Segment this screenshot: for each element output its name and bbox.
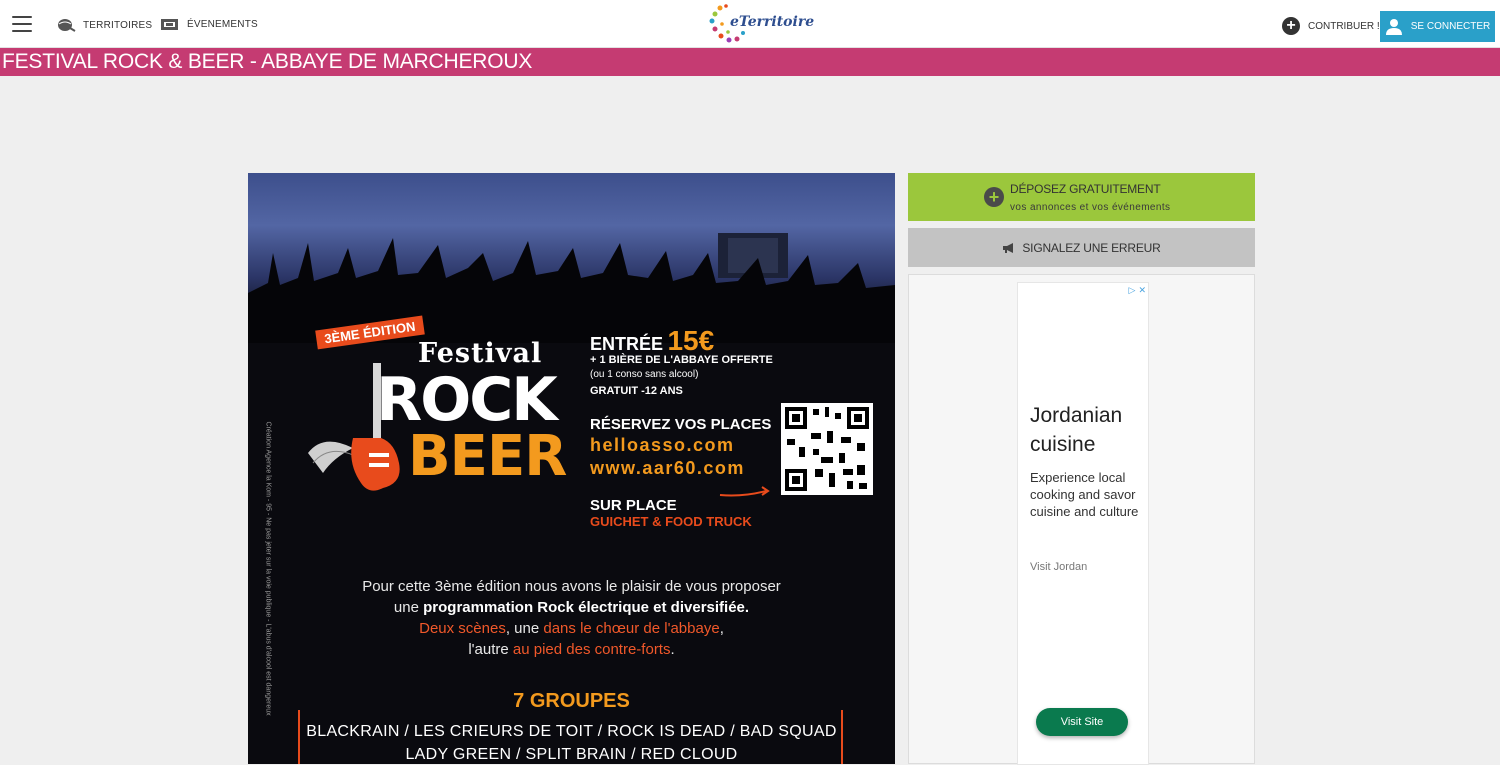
- poster-line-biere: + 1 BIÈRE DE L'ABBAYE OFFERTE: [590, 354, 773, 366]
- poster-line-gratuit: GRATUIT -12 ANS: [590, 385, 683, 397]
- ad-close-icon[interactable]: ✕: [1138, 285, 1146, 296]
- crowd-silhouette-icon: [248, 233, 895, 343]
- nav-evenements[interactable]: ÉVENEMENTS: [160, 17, 258, 32]
- nav-evenements-label: ÉVENEMENTS: [187, 19, 258, 30]
- ad-visit-site-button[interactable]: Visit Site: [1036, 708, 1128, 736]
- nav-territoires-label: TERRITOIRES: [83, 19, 153, 31]
- poster-credit: Création Agence la Kom - 95 - Ne pas jet…: [264, 421, 272, 716]
- hamburger-icon[interactable]: [12, 16, 32, 34]
- poster-reservez: RÉSERVEZ VOS PLACES: [590, 416, 772, 433]
- entree-price: 15€: [667, 325, 715, 356]
- megaphone-icon: [1003, 242, 1014, 253]
- poster-beer-word: BEER: [408, 424, 567, 489]
- connect-button[interactable]: SE CONNECTER: [1380, 11, 1495, 42]
- desc-line-2: une programmation Rock électrique et div…: [393, 599, 750, 616]
- poster-guichet: GUICHET & FOOD TRUCK: [590, 514, 752, 529]
- ad-panel: ▷ ✕ Jordanian cuisine Experience local c…: [908, 274, 1255, 765]
- ad-body: Experience local cooking and savor cuisi…: [1030, 470, 1139, 519]
- signalez-label: SIGNALEZ UNE ERREUR: [1022, 240, 1161, 255]
- user-icon: [1385, 18, 1402, 35]
- page-title-bar: FESTIVAL ROCK & BEER - ABBAYE DE MARCHER…: [0, 48, 1500, 76]
- poster-url-helloasso: helloasso.com: [590, 435, 735, 455]
- poster-url-aar60: www.aar60.com: [590, 458, 745, 478]
- ad-card[interactable]: ▷ ✕ Jordanian cuisine Experience local c…: [1017, 282, 1149, 765]
- groupes-line-2: LADY GREEN / SPLIT BRAIN / RED CLOUD: [405, 746, 738, 763]
- entree-label: ENTRÉE: [590, 334, 664, 354]
- ad-brand: Visit Jordan: [1030, 561, 1088, 573]
- connect-label: SE CONNECTER: [1410, 21, 1491, 32]
- poster-rock-word: ROCK: [376, 365, 558, 435]
- ad-headline: Jordanian cuisine: [1030, 404, 1123, 456]
- ad-info-icon[interactable]: ▷: [1129, 285, 1136, 296]
- desc-line-4: l'autre au pied des contre-forts.: [468, 641, 675, 658]
- plus-circle-icon: +: [984, 187, 1004, 207]
- poster-line-conso: (ou 1 conso sans alcool): [590, 369, 699, 380]
- deposez-sublabel: vos annonces et vos événements: [1010, 202, 1171, 213]
- deposez-button[interactable]: + DÉPOSEZ GRATUITEMENT vos annonces et v…: [908, 173, 1255, 221]
- qr-code-icon: [781, 403, 873, 495]
- signalez-button[interactable]: SIGNALEZ UNE ERREUR: [908, 228, 1255, 267]
- deposez-label: DÉPOSEZ GRATUITEMENT: [1010, 182, 1161, 196]
- contribuer-button[interactable]: + CONTRIBUER !: [1282, 17, 1380, 35]
- globe-icon: [58, 19, 76, 32]
- event-poster[interactable]: Création Agence la Kom - 95 - Ne pas jet…: [248, 173, 895, 764]
- top-nav-bar: TERRITOIRES ÉVENEMENTS eTerritoire + CON…: [0, 0, 1500, 48]
- page-title: FESTIVAL ROCK & BEER - ABBAYE DE MARCHER…: [2, 50, 533, 73]
- logo-text: eTerritoire: [730, 14, 815, 30]
- contribuer-label: CONTRIBUER !: [1308, 20, 1380, 32]
- nav-territoires[interactable]: TERRITOIRES: [56, 17, 152, 33]
- poster-description: Pour cette 3ème édition nous avons le pl…: [288, 576, 855, 660]
- ad-choices[interactable]: ▷ ✕: [1129, 285, 1146, 296]
- desc-line-3: Deux scènes, une dans le chœur de l'abba…: [419, 620, 724, 637]
- arrow-icon: [719, 486, 770, 497]
- poster-entree: ENTRÉE 15€: [590, 325, 714, 357]
- ticket-icon: [161, 19, 178, 30]
- desc-line-1: Pour cette 3ème édition nous avons le pl…: [362, 578, 781, 595]
- site-logo[interactable]: eTerritoire: [706, 2, 814, 46]
- groupes-line-1: BLACKRAIN / LES CRIEURS DE TOIT / ROCK I…: [306, 723, 837, 740]
- plus-circle-icon: +: [1282, 17, 1300, 35]
- poster-sur-place: SUR PLACE: [590, 497, 677, 514]
